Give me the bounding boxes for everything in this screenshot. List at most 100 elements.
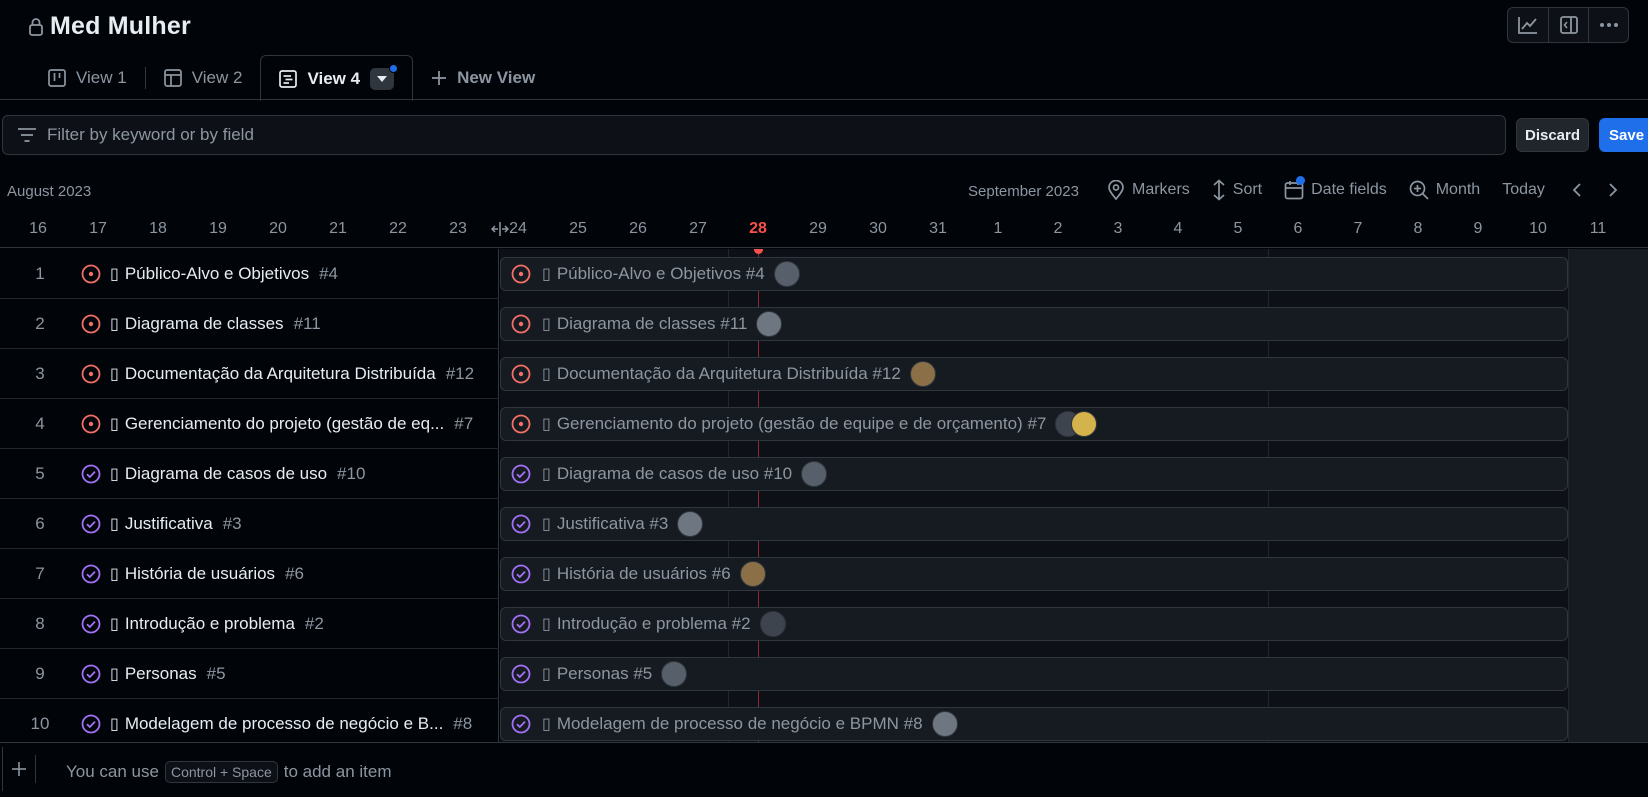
row-number: 9 (35, 663, 45, 683)
issue-number: #10 (337, 463, 366, 483)
zoom-level-button[interactable]: Month (1409, 180, 1480, 200)
item-title[interactable]: Documentação da Arquitetura Distribuída (125, 364, 436, 384)
tab-view-4[interactable]: View 4 (260, 55, 414, 101)
assignee-avatar[interactable] (739, 561, 766, 587)
timeline-bar[interactable]: ▯ Diagrama de classes #11 (500, 307, 1568, 341)
issue-closed-icon (81, 664, 101, 683)
bar-label: Diagrama de casos de uso #10 (556, 464, 793, 483)
issue-open-icon (511, 264, 531, 284)
date-tick: 19 (209, 220, 227, 237)
issue-number: #6 (285, 563, 304, 583)
item-title[interactable]: Introdução e problema (125, 614, 295, 634)
assignee-avatar[interactable] (931, 711, 958, 737)
timeline-bar[interactable]: ▯ Justificativa #3 (500, 507, 1568, 541)
item-title[interactable]: Diagrama de casos de uso (125, 464, 327, 484)
add-item-button[interactable] (8, 755, 36, 783)
view-options-button[interactable] (370, 63, 399, 90)
filter-input[interactable] (47, 125, 1447, 145)
more-options-button[interactable] (1588, 8, 1628, 42)
filter-bar[interactable] (2, 115, 1506, 155)
add-item-hint[interactable]: You can use Control + Space to add an it… (66, 761, 392, 783)
placeholder-glyph-icon: ▯ (110, 365, 119, 383)
timeline-bar[interactable]: ▯ Gerenciamento do projeto (gestão de equ… (500, 407, 1568, 441)
issue-closed-icon (81, 614, 101, 633)
issue-open-icon (511, 314, 531, 334)
timeline-bar[interactable]: ▯ História de usuários #6 (500, 557, 1568, 591)
date-tick: 18 (149, 220, 167, 237)
issue-closed-icon (511, 664, 531, 684)
timeline-controls: Markers Sort Date fields Month Today (1107, 176, 1639, 202)
assignee-avatar[interactable] (909, 361, 936, 387)
table-row[interactable]: 3 ▯ Documentação da Arquitetura Distribuíd… (0, 349, 499, 399)
sort-button[interactable]: Sort (1212, 179, 1262, 201)
chevron-right-icon (1609, 183, 1618, 197)
item-title[interactable]: História de usuários (125, 564, 275, 584)
discard-button[interactable]: Discard (1516, 118, 1589, 152)
assignee-avatar[interactable] (1071, 411, 1098, 437)
roadmap-grid: ▯ Público-Alvo e Objetivos #4 ▯ Diagrama de… (0, 249, 1648, 742)
date-tick: 27 (689, 220, 707, 237)
lock-icon (29, 17, 43, 36)
item-title[interactable]: Modelagem de processo de negócio e B... (125, 714, 443, 734)
bar-label: Documentação da Arquitetura Distribuída … (556, 364, 901, 383)
side-panel-button[interactable] (1548, 8, 1588, 42)
table-row[interactable]: 6 ▯ Justificativa #3 (0, 499, 499, 549)
timeline-bar[interactable]: ▯ Introdução e problema #2 (500, 607, 1568, 641)
assignee-avatar[interactable] (759, 611, 786, 637)
today-button[interactable]: Today (1502, 181, 1545, 199)
placeholder-glyph-icon: ▯ (542, 416, 551, 433)
previous-button[interactable] (1567, 178, 1587, 202)
issue-closed-icon (81, 564, 101, 583)
item-title[interactable]: Justificativa (125, 514, 213, 534)
insights-button[interactable] (1508, 8, 1548, 42)
tab-label: View 1 (76, 67, 127, 87)
date-tick: 9 (1473, 220, 1483, 237)
tab-view-1[interactable]: View 1 (30, 55, 145, 100)
tab-view-2[interactable]: View 2 (146, 55, 261, 100)
items-list: 1 ▯ Público-Alvo e Objetivos #4 2 ▯ Diagrama d… (0, 249, 499, 742)
issue-closed-icon (511, 614, 531, 634)
save-button[interactable]: Save (1599, 118, 1648, 152)
markers-button[interactable]: Markers (1107, 180, 1190, 200)
bar-label: História de usuários #6 (556, 564, 731, 583)
assignee-avatar[interactable] (801, 461, 828, 487)
arrow-both-vertical-icon (1213, 179, 1225, 201)
table-row[interactable]: 8 ▯ Introdução e problema #2 (0, 599, 499, 649)
date-tick: 20 (269, 220, 287, 237)
table-row[interactable]: 7 ▯ História de usuários #6 (0, 549, 499, 599)
timeline-bar[interactable]: ▯ Diagrama de casos de uso #10 (500, 457, 1568, 491)
bar-label: Modelagem de processo de negócio e BPMN … (556, 714, 923, 733)
assignee-avatar[interactable] (756, 311, 783, 337)
item-title[interactable]: Diagrama de classes (125, 314, 284, 334)
table-row[interactable]: 5 ▯ Diagrama de casos de uso #10 (0, 449, 499, 499)
add-item-footer: You can use Control + Space to add an it… (0, 742, 1648, 797)
hint-text-after: to add an item (283, 762, 392, 781)
assignee-avatar[interactable] (661, 661, 688, 687)
row-number: 4 (35, 413, 45, 433)
table-row[interactable]: 1 ▯ Público-Alvo e Objetivos #4 (0, 249, 499, 299)
placeholder-glyph-icon: ▯ (542, 466, 551, 483)
graph-icon (1518, 17, 1537, 34)
issue-open-icon (511, 414, 531, 434)
placeholder-glyph-icon: ▯ (110, 265, 119, 283)
row-number: 10 (30, 713, 50, 733)
next-button[interactable] (1603, 178, 1623, 202)
table-row[interactable]: 2 ▯ Diagrama de classes #11 (0, 299, 499, 349)
timeline-bar[interactable]: ▯ Público-Alvo e Objetivos #4 (500, 257, 1568, 291)
date-fields-button[interactable]: Date fields (1284, 176, 1387, 200)
timeline-bar[interactable]: ▯ Documentação da Arquitetura Distribuída… (500, 357, 1568, 391)
assignee-avatar[interactable] (677, 511, 704, 537)
table-row[interactable]: 9 ▯ Personas #5 (0, 649, 499, 699)
placeholder-glyph-icon: ▯ (542, 266, 551, 283)
timeline-bar[interactable]: ▯ Personas #5 (500, 657, 1568, 691)
timeline-bar[interactable]: ▯ Modelagem de processo de negócio e BPMN… (500, 707, 1568, 741)
table-row[interactable]: 4 ▯ Gerenciamento do projeto (gestão de eq… (0, 399, 499, 449)
item-title[interactable]: Gerenciamento do projeto (gestão de eq..… (125, 414, 444, 434)
assignee-avatar[interactable] (773, 261, 800, 287)
issue-number: #5 (206, 663, 226, 683)
item-title[interactable]: Público-Alvo e Objetivos (125, 264, 309, 284)
table-row[interactable]: 10 ▯ Modelagem de processo de negócio e B.… (0, 699, 499, 742)
new-view-button[interactable]: New View (413, 55, 553, 100)
item-title[interactable]: Personas (125, 664, 197, 684)
resize-handle-icon[interactable] (491, 220, 509, 238)
